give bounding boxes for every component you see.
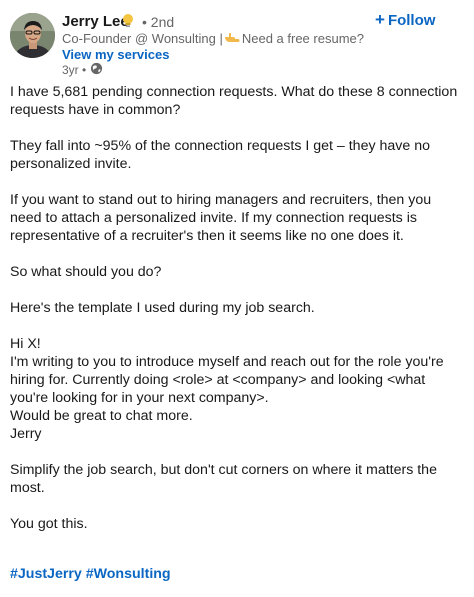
profile-photo	[10, 13, 55, 58]
hashtag-list: #JustJerry #Wonsulting	[10, 565, 466, 583]
post-paragraph: You got this.	[10, 516, 88, 532]
hashtag-link[interactable]: #JustJerry	[10, 566, 82, 582]
avatar[interactable]	[10, 13, 55, 58]
headline-text-end: Need a free resume? Visit ...	[241, 31, 364, 46]
post-paragraph: So what should you do?	[10, 264, 162, 280]
post-body: I have 5,681 pending connection requests…	[10, 83, 466, 597]
post-paragraph: I have 5,681 pending connection requests…	[10, 84, 458, 118]
headline-text-start: Co-Founder @ Wonsulting |	[62, 31, 223, 46]
template-greeting: Hi X!	[10, 336, 41, 352]
author-headline: Co-Founder @ Wonsulting | Need a free res…	[62, 31, 364, 46]
pointing-hand-icon	[224, 33, 240, 42]
follow-button[interactable]: + Follow	[375, 10, 435, 30]
author-name[interactable]: Jerry Lee	[62, 13, 129, 30]
post-paragraph: They fall into ~95% of the connection re…	[10, 138, 430, 172]
follow-label: Follow	[387, 12, 436, 29]
post-paragraph: Simplify the job search, but don't cut c…	[10, 462, 437, 496]
lightbulb-icon	[123, 14, 133, 28]
globe-icon	[90, 62, 103, 75]
hashtag-link[interactable]: #Wonsulting	[86, 566, 171, 582]
post-paragraph: If you want to stand out to hiring manag…	[10, 192, 432, 244]
connection-degree: • 2nd	[142, 14, 175, 30]
post-timestamp: 3yr •	[62, 63, 87, 77]
view-services-link[interactable]: View my services	[62, 47, 169, 62]
template-signature: Jerry	[10, 426, 42, 442]
template-body: I'm writing to you to introduce myself a…	[10, 354, 444, 406]
post-header: Jerry Lee • 2nd Co-Founder @ Wonsulting …	[0, 0, 474, 80]
template-closing: Would be great to chat more.	[10, 408, 193, 424]
post-paragraph: Here's the template I used during my job…	[10, 300, 315, 316]
plus-icon: +	[375, 10, 385, 29]
